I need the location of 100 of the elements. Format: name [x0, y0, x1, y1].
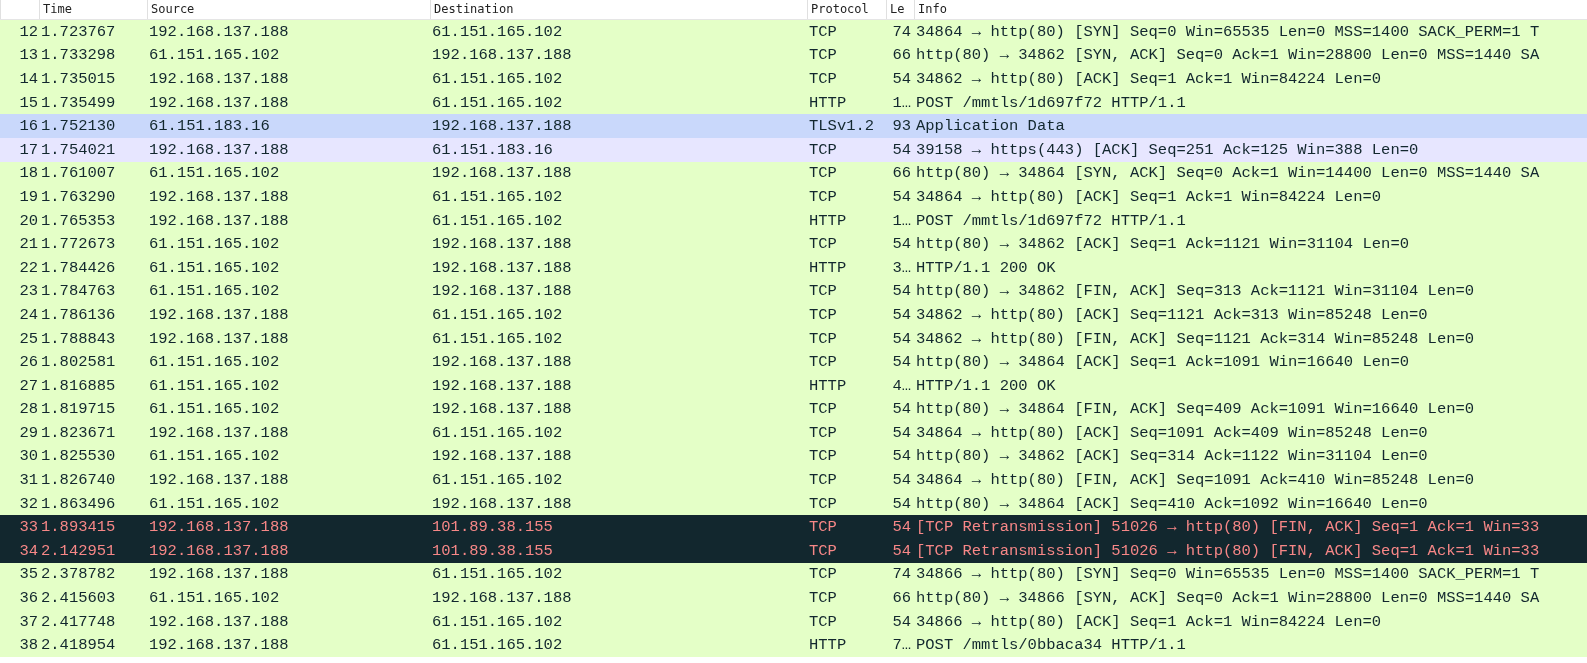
table-cell-text: 18: [18, 164, 39, 183]
table-cell-text: 61.151.165.102: [431, 22, 564, 41]
table-cell-text: 34: [18, 541, 39, 560]
table-cell-text: 1.826740: [40, 471, 117, 490]
table-row[interactable]: 34 2.142951 192.168.137.188 101.89.38.155 TCP 54 [TCP Retransmission] 51026 → http(80) [FIN, ACK] Seq=1 Ack=1 Win=33: [0, 539, 1587, 563]
table-cell-text: HTTP/1.1 200 OK: [915, 258, 1057, 277]
table-cell-text: 1.786136: [40, 305, 117, 324]
column-header[interactable]: Info: [914, 0, 1587, 19]
table-cell-text: 1.802581: [40, 353, 117, 372]
table-cell-text: 192.168.137.188: [431, 235, 573, 254]
table-row[interactable]: 27 1.816885 61.151.165.102 192.168.137.188 HTTP 4… HTTP/1.1 200 OK: [0, 373, 1587, 398]
table-row[interactable]: 37 2.417748 192.168.137.188 61.151.165.102 TCP 54 34866 → http(80) [ACK] Seq=1 Ack=1 Win=84224 Len=0: [0, 609, 1587, 634]
table-row[interactable]: 38 2.418954 192.168.137.188 61.151.165.102 HTTP 7… POST /mmtls/0bbaca34 HTTP/1.1: [0, 633, 1587, 658]
table-row[interactable]: 22 1.784426 61.151.165.102 192.168.137.188 HTTP 3… HTTP/1.1 200 OK: [0, 255, 1587, 280]
table-cell-text: 29: [18, 423, 39, 442]
table-row[interactable]: 31 1.826740 192.168.137.188 61.151.165.102 TCP 54 34864 → http(80) [FIN, ACK] Seq=1091 Ack=410 Win=85248 Len=0: [0, 468, 1587, 492]
table-cell-text: 1.784426: [40, 258, 117, 277]
table-cell-text: 54: [891, 329, 912, 348]
table-cell-text: TCP: [808, 612, 838, 631]
table-row[interactable]: 25 1.788843 192.168.137.188 61.151.165.102 TCP 54 34862 → http(80) [FIN, ACK] Seq=1121 Ack=314 Win=85248 Len=0: [0, 326, 1587, 351]
table-row[interactable]: 36 2.415603 61.151.165.102 192.168.137.188 TCP 66 http(80) → 34866 [SYN, ACK] Seq=0 Ack=1 Win=28800 Len=0 MSS=1440 SA: [0, 586, 1587, 610]
table-cell-text: TCP: [808, 400, 838, 419]
table-cell-text: 61.151.165.102: [431, 471, 564, 490]
table-row[interactable]: 26 1.802581 61.151.165.102 192.168.137.188 TCP 54 http(80) → 34864 [ACK] Seq=1 Ack=1091 Win=16640 Len=0: [0, 350, 1587, 374]
table-cell-text: http(80) → 34862 [ACK] Seq=314 Ack=1122 Win=31104 Len=0: [915, 447, 1429, 466]
table-cell-text: 54: [891, 305, 912, 324]
table-cell-text: 61.151.165.102: [431, 423, 564, 442]
table-cell-text: TCP: [808, 494, 838, 513]
table-row[interactable]: 28 1.819715 61.151.165.102 192.168.137.188 TCP 54 http(80) → 34864 [FIN, ACK] Seq=409 Ack=1091 Win=16640 Len=0: [0, 397, 1587, 422]
table-row[interactable]: 14 1.735015 192.168.137.188 61.151.165.102 TCP 54 34862 → http(80) [ACK] Seq=1 Ack=1 Win=84224 Len=0: [0, 67, 1587, 91]
table-cell-text: TCP: [808, 22, 838, 41]
table-cell-text: http(80) → 34862 [ACK] Seq=1 Ack=1121 Win=31104 Len=0: [915, 235, 1410, 254]
table-cell-text: 192.168.137.188: [148, 636, 290, 655]
column-header[interactable]: Time: [39, 0, 147, 19]
table-cell-text: 23: [18, 282, 39, 301]
table-cell-text: HTTP: [808, 636, 848, 655]
column-header[interactable]: Source: [147, 0, 430, 19]
table-cell-text: 19: [18, 187, 39, 206]
table-row[interactable]: 17 1.754021 192.168.137.188 61.151.183.16 TCP 54 39158 → https(443) [ACK] Seq=251 Ack=125 Win=388 Len=0: [0, 137, 1587, 162]
table-cell-text: http(80) → 34864 [SYN, ACK] Seq=0 Ack=1 Win=14400 Len=0 MSS=1440 SA: [915, 164, 1541, 183]
column-header[interactable]: Le: [886, 0, 914, 19]
table-cell-text: TCP: [808, 140, 838, 159]
table-cell-text: 2.417748: [40, 612, 117, 631]
table-row[interactable]: 19 1.763290 192.168.137.188 61.151.165.102 TCP 54 34864 → http(80) [ACK] Seq=1 Ack=1 Win=84224 Len=0: [0, 185, 1587, 209]
table-cell-text: 38: [18, 636, 39, 655]
table-cell-text: 61.151.165.102: [431, 70, 564, 88]
table-cell-text: HTTP: [808, 376, 848, 395]
table-row[interactable]: 33 1.893415 192.168.137.188 101.89.38.155 TCP 54 [TCP Retransmission] 51026 → http(80) [FIN, ACK] Seq=1 Ack=1 Win=33: [0, 515, 1587, 540]
table-cell-text: 1.752130: [40, 117, 117, 136]
table-cell-text: 101.89.38.155: [431, 541, 554, 560]
table-cell-text: 192.168.137.188: [431, 589, 573, 608]
table-cell-text: 54: [891, 140, 912, 159]
table-cell-text: 34866 → http(80) [ACK] Seq=1 Ack=1 Win=84224 Len=0: [915, 612, 1383, 631]
table-cell-text: 61.151.165.102: [431, 612, 564, 631]
table-cell-text: POST /mmtls/0bbaca34 HTTP/1.1: [915, 636, 1187, 655]
table-cell-text: 66: [891, 46, 912, 65]
table-cell-text: 61.151.165.102: [148, 447, 281, 466]
table-cell-text: 35: [18, 565, 39, 584]
table-cell-text: 192.168.137.188: [431, 353, 573, 372]
table-cell-text: 192.168.137.188: [148, 93, 290, 112]
table-row[interactable]: 24 1.786136 192.168.137.188 61.151.165.102 TCP 54 34862 → http(80) [ACK] Seq=1121 Ack=313 Win=85248 Len=0: [0, 303, 1587, 327]
table-cell-text: 1.816885: [40, 376, 117, 395]
table-row[interactable]: 20 1.765353 192.168.137.188 61.151.165.102 HTTP 1… POST /mmtls/1d697f72 HTTP/1.1: [0, 208, 1587, 233]
table-row[interactable]: 29 1.823671 192.168.137.188 61.151.165.102 TCP 54 34864 → http(80) [ACK] Seq=1091 Ack=409 Win=85248 Len=0: [0, 421, 1587, 445]
table-cell-text: http(80) → 34862 [FIN, ACK] Seq=313 Ack=1121 Win=31104 Len=0: [915, 282, 1476, 301]
table-cell-text: TCP: [808, 353, 838, 372]
table-cell-text: http(80) → 34862 [SYN, ACK] Seq=0 Ack=1 Win=28800 Len=0 MSS=1440 SA: [915, 46, 1541, 65]
table-cell-text: 1.825530: [40, 447, 117, 466]
table-cell-text: TCP: [808, 589, 838, 608]
table-cell-text: 192.168.137.188: [148, 565, 290, 584]
table-cell-text: HTTP: [808, 93, 848, 112]
table-cell-text: 54: [891, 612, 912, 631]
table-row[interactable]: 21 1.772673 61.151.165.102 192.168.137.188 TCP 54 http(80) → 34862 [ACK] Seq=1 Ack=1121 Win=31104 Len=0: [0, 232, 1587, 256]
table-row[interactable]: 23 1.784763 61.151.165.102 192.168.137.188 TCP 54 http(80) → 34862 [FIN, ACK] Seq=313 Ack=1121 Win=31104 Len=0: [0, 279, 1587, 304]
table-cell-text: 25: [18, 329, 39, 348]
column-header[interactable]: Protocol: [807, 0, 886, 19]
table-cell-text: 17: [18, 140, 39, 159]
table-cell-text: 1.735015: [40, 70, 117, 88]
table-cell-text: 54: [891, 187, 912, 206]
table-row[interactable]: 13 1.733298 61.151.165.102 192.168.137.188 TCP 66 http(80) → 34862 [SYN, ACK] Seq=0 Ack=1 Win=28800 Len=0 MSS=1440 SA: [0, 43, 1587, 68]
table-row[interactable]: 16 1.752130 61.151.183.16 192.168.137.188 TLSv1.2 93 Application Data: [0, 114, 1587, 138]
table-cell-text: 2.418954: [40, 636, 117, 655]
table-cell-text: 54: [891, 353, 912, 372]
table-cell-text: 192.168.137.188: [431, 447, 573, 466]
table-cell-text: TCP: [808, 423, 838, 442]
table-cell-text: 7…: [891, 636, 912, 655]
table-cell-text: 12: [18, 22, 39, 41]
table-cell-text: 1…: [891, 93, 912, 112]
table-row[interactable]: 15 1.735499 192.168.137.188 61.151.165.102 HTTP 1… POST /mmtls/1d697f72 HTTP/1.1: [0, 90, 1587, 115]
table-row[interactable]: 30 1.825530 61.151.165.102 192.168.137.188 TCP 54 http(80) → 34862 [ACK] Seq=314 Ack=1122 Win=31104 Len=0: [0, 444, 1587, 469]
table-cell-text: 34864 → http(80) [FIN, ACK] Seq=1091 Ack=410 Win=85248 Len=0: [915, 471, 1476, 490]
table-row[interactable]: 35 2.378782 192.168.137.188 61.151.165.102 TCP 74 34866 → http(80) [SYN] Seq=0 Win=65535 Len=0 MSS=1400 SACK_PERM=1 T: [0, 562, 1587, 587]
table-row[interactable]: 12 1.723767 192.168.137.188 61.151.165.102 TCP 74 34864 → http(80) [SYN] Seq=0 Win=65535 Len=0 MSS=1400 SACK_PERM=1 T: [0, 20, 1587, 44]
column-header[interactable]: Destination: [430, 0, 807, 19]
table-row[interactable]: 18 1.761007 61.151.165.102 192.168.137.188 TCP 66 http(80) → 34864 [SYN, ACK] Seq=0 Ack=1 Win=14400 Len=0 MSS=1440 SA: [0, 161, 1587, 186]
table-cell-text: 1.772673: [40, 235, 117, 254]
table-cell-text: 192.168.137.188: [431, 46, 573, 65]
table-cell-text: 1.819715: [40, 400, 117, 419]
table-row[interactable]: 32 1.863496 61.151.165.102 192.168.137.188 TCP 54 http(80) → 34864 [ACK] Seq=410 Ack=1092 Win=16640 Len=0: [0, 491, 1587, 516]
table-cell-text: 1.735499: [40, 93, 117, 112]
